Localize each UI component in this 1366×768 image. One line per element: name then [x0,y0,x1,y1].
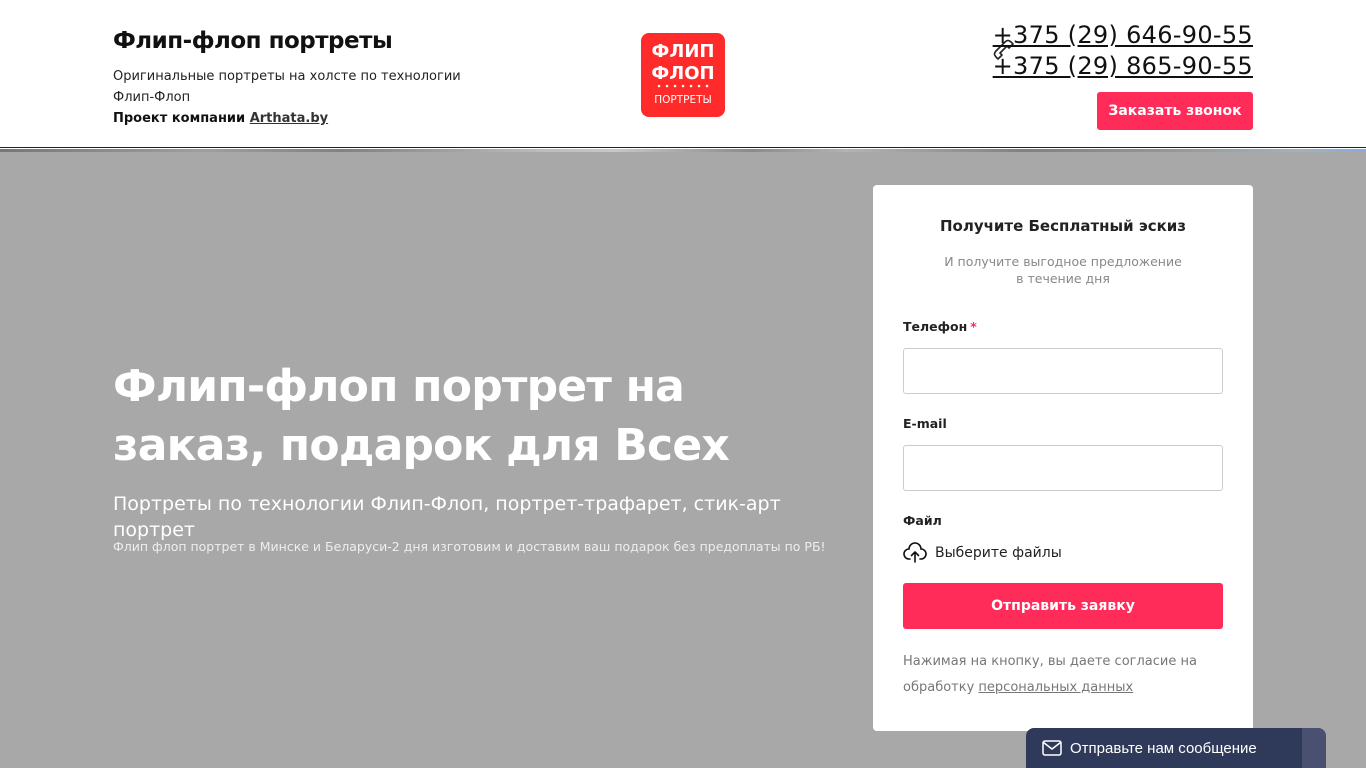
order-callback-button[interactable]: Заказать звонок [1097,92,1253,130]
email-field-label: E-mail [903,416,947,431]
mail-icon [1042,740,1062,756]
brand-description: Оригинальные портреты на холсте по техно… [113,69,461,105]
logo-line-3: ПОРТРЕТЫ [654,94,712,106]
brand-project: Проект компании Arthata.by [113,108,473,129]
phone-list: +375 (29) 646-90-55 +375 (29) 865-90-55 [993,20,1253,82]
logo-graphic: ФЛИП ФЛОП ПОРТРЕТЫ [641,33,725,117]
file-field-label: Файл [903,513,942,528]
upload-icon [903,542,927,563]
chat-label: Отправьте нам сообщение [1070,739,1257,757]
hero-subtitle: Портреты по технологии Флип-Флоп, портре… [113,493,781,541]
brand-title: Флип-флоп портреты [113,28,393,54]
phone-number-2[interactable]: +375 (29) 865-90-55 [993,51,1253,82]
phone-input[interactable] [903,348,1223,394]
project-label: Проект компании [113,111,246,126]
file-chooser[interactable]: Выберите файлы [903,540,1062,566]
hero-note: Флип флоп портрет в Минске и Беларуси-2 … [113,539,826,554]
phone-field-label: Телефон * [903,319,977,334]
project-link[interactable]: Arthata.by [250,111,328,126]
submit-request-button[interactable]: Отправить заявку [903,583,1223,629]
chat-corner [1302,728,1326,768]
hero-title: Флип-флоп портрет на заказ, подарок для … [113,361,730,471]
hero-top-strip [0,149,1366,152]
required-mark: * [970,319,977,334]
email-input[interactable] [903,445,1223,491]
site-header: Флип-флоп портреты Оригинальные портреты… [0,0,1366,148]
contacts-block: +375 (29) 646-90-55 +375 (29) 865-90-55 … [953,20,1253,132]
logo-line-1: ФЛИП [652,41,715,62]
brand-block: Флип-флоп портреты Оригинальные портреты… [113,26,473,129]
free-sketch-form: Получите Бесплатный эскиз И получите выг… [873,185,1253,731]
personal-data-link[interactable]: персональных данных [978,680,1133,695]
site-logo[interactable]: ФЛИП ФЛОП ПОРТРЕТЫ [641,33,725,117]
logo-line-2: ФЛОП [651,63,714,84]
phone-label-text: Телефон [903,319,968,334]
file-choose-text: Выберите файлы [935,545,1062,561]
form-title: Получите Бесплатный эскиз [939,217,1187,235]
phone-number-1[interactable]: +375 (29) 646-90-55 [993,20,1253,51]
chat-widget[interactable]: Отправьте нам сообщение [1026,728,1326,768]
form-description: И получите выгодное предложение в течени… [944,254,1182,286]
consent-text: Нажимая на кнопку, вы даете согласие на … [903,649,1213,701]
